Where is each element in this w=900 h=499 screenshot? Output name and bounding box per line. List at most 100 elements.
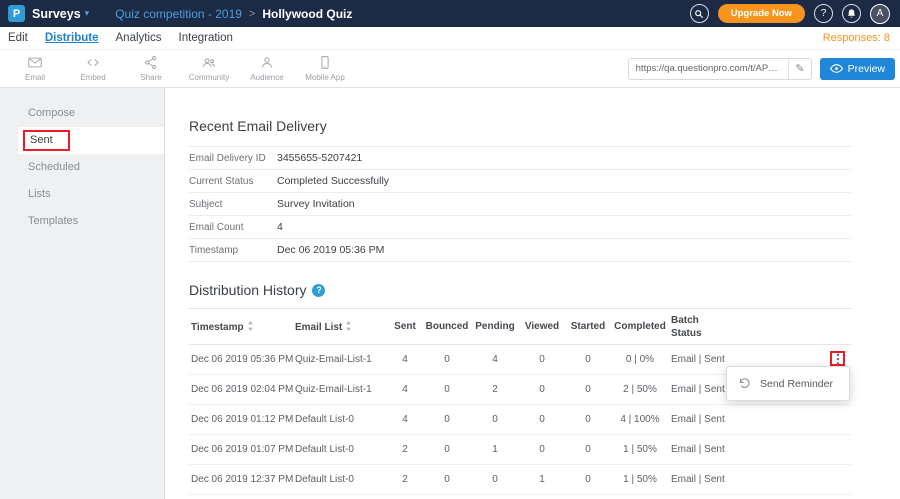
cell-pending: 0	[471, 465, 519, 495]
topbar-actions: Upgrade Now ? A	[690, 4, 890, 24]
notifications-bell-icon[interactable]	[842, 4, 861, 23]
cell-email-list: Quiz-Email-List-1	[293, 345, 387, 375]
toolbar-item-community[interactable]: Community	[180, 55, 238, 82]
email-icon	[27, 55, 43, 70]
cell-completed: 1 | 50%	[611, 465, 669, 495]
cell-started: 0	[565, 435, 611, 465]
send-reminder-refresh-icon	[738, 377, 751, 390]
tab-analytics[interactable]: Analytics	[116, 32, 162, 44]
recent-email-delivery-details: Email Delivery ID 3455655-5207421 Curren…	[189, 146, 851, 262]
column-header-timestamp[interactable]: Timestamp	[189, 309, 293, 345]
survey-url-text[interactable]: https://qa.questionpro.com/t/APNrFZf2	[629, 63, 789, 74]
table-row[interactable]: Dec 06 2019 12:37 PM Default List-0 2 0 …	[189, 465, 851, 495]
cell-started: 0	[565, 375, 611, 405]
cell-sent: 4	[387, 375, 423, 405]
table-row[interactable]: Dec 06 2019 01:12 PM Default List-0 4 0 …	[189, 405, 851, 435]
column-header-viewed: Viewed	[519, 309, 565, 345]
cell-sent: 2	[387, 465, 423, 495]
breadcrumb: Quiz competition - 2019 > Hollywood Quiz	[115, 7, 352, 21]
breadcrumb-parent[interactable]: Quiz competition - 2019	[115, 7, 242, 21]
column-header-pending: Pending	[471, 309, 519, 345]
detail-value: 4	[277, 221, 283, 233]
cell-email-list: Default List-0	[293, 435, 387, 465]
sidebar-item-scheduled[interactable]: Scheduled	[18, 154, 164, 181]
brand-logo: P	[8, 5, 25, 22]
sidebar-item-lists[interactable]: Lists	[18, 181, 164, 208]
embed-code-icon	[85, 55, 101, 70]
detail-row: Timestamp Dec 06 2019 05:36 PM	[189, 239, 851, 262]
upgrade-now-button[interactable]: Upgrade Now	[718, 4, 805, 23]
detail-label: Email Count	[189, 222, 277, 233]
toolbar-item-embed[interactable]: Embed	[64, 55, 122, 82]
detail-row: Email Count 4	[189, 216, 851, 239]
toolbar-item-label: Audience	[250, 73, 283, 82]
help-icon[interactable]: ?	[814, 4, 833, 23]
cell-batch-status: Email | Sent	[669, 465, 749, 495]
sidebar-item-sent[interactable]: Sent	[18, 127, 164, 154]
breadcrumb-current: Hollywood Quiz	[262, 7, 352, 21]
column-header-email-list[interactable]: Email List	[293, 309, 387, 345]
distribute-toolbar: Email Embed Share Community Audience Mob…	[0, 50, 900, 88]
sidebar-item-label: Lists	[28, 188, 51, 200]
cell-viewed: 0	[519, 435, 565, 465]
cell-sent: 4	[387, 345, 423, 375]
toolbar-item-audience[interactable]: Audience	[238, 55, 296, 82]
cell-pending: 4	[471, 345, 519, 375]
toolbar-item-share[interactable]: Share	[122, 55, 180, 82]
sort-icon	[345, 321, 352, 331]
cell-actions	[749, 435, 851, 465]
cell-viewed: 0	[519, 405, 565, 435]
detail-row: Email Delivery ID 3455655-5207421	[189, 147, 851, 170]
annotation-red-box: Sent	[23, 130, 70, 151]
surveys-menu[interactable]: Surveys	[32, 7, 81, 21]
tab-distribute[interactable]: Distribute	[45, 32, 99, 44]
cell-viewed: 0	[519, 375, 565, 405]
preview-button[interactable]: Preview	[820, 58, 895, 80]
cell-sent: 2	[387, 435, 423, 465]
topbar: P Surveys ▾ Quiz competition - 2019 > Ho…	[0, 0, 900, 27]
search-icon[interactable]	[690, 4, 709, 23]
cell-started: 0	[565, 465, 611, 495]
tab-integration[interactable]: Integration	[179, 32, 233, 44]
sidebar-item-label: Sent	[30, 134, 53, 146]
logo-letter: P	[13, 8, 20, 20]
sidebar-item-label: Templates	[28, 215, 78, 227]
cell-started: 0	[565, 345, 611, 375]
distribution-history-header: Distribution History ?	[189, 282, 900, 298]
main-panel: Recent Email Delivery Email Delivery ID …	[164, 88, 900, 499]
cell-completed: 1 | 50%	[611, 435, 669, 465]
cell-pending: 2	[471, 375, 519, 405]
detail-label: Subject	[189, 199, 277, 210]
community-icon	[201, 55, 217, 70]
detail-value: 3455655-5207421	[277, 152, 362, 164]
detail-label: Email Delivery ID	[189, 153, 277, 164]
send-reminder-menu-item[interactable]: Send Reminder	[760, 378, 833, 390]
toolbar-item-mobile-app[interactable]: Mobile App	[296, 55, 354, 82]
toolbar-item-email[interactable]: Email	[6, 55, 64, 82]
toolbar-item-label: Mobile App	[305, 73, 345, 82]
column-header-batch-status: Batch Status	[669, 309, 749, 345]
help-question-icon[interactable]: ?	[312, 284, 325, 297]
chevron-down-icon[interactable]: ▾	[85, 8, 90, 19]
cell-started: 0	[565, 405, 611, 435]
cell-timestamp: Dec 06 2019 05:36 PM	[189, 345, 293, 375]
survey-url-field[interactable]: https://qa.questionpro.com/t/APNrFZf2 ✎	[628, 58, 812, 80]
tab-edit[interactable]: Edit	[8, 32, 28, 44]
responses-count[interactable]: Responses: 8	[823, 32, 890, 44]
share-icon	[143, 55, 159, 70]
row-menu-kebab-icon[interactable]	[830, 351, 845, 366]
cell-completed: 4 | 100%	[611, 405, 669, 435]
table-row[interactable]: Dec 06 2019 01:07 PM Default List-0 2 0 …	[189, 435, 851, 465]
sidebar-item-compose[interactable]: Compose	[18, 100, 164, 127]
cell-timestamp: Dec 06 2019 01:07 PM	[189, 435, 293, 465]
breadcrumb-separator-icon: >	[249, 8, 255, 20]
edit-url-pencil-icon[interactable]: ✎	[788, 59, 810, 79]
detail-value: Dec 06 2019 05:36 PM	[277, 244, 384, 256]
mobile-app-icon	[317, 55, 333, 70]
toolbar-item-label: Community	[189, 73, 229, 82]
cell-bounced: 0	[423, 405, 471, 435]
detail-row: Subject Survey Invitation	[189, 193, 851, 216]
row-context-menu[interactable]: Send Reminder	[726, 366, 850, 401]
avatar[interactable]: A	[870, 4, 890, 24]
sidebar-item-templates[interactable]: Templates	[18, 208, 164, 235]
